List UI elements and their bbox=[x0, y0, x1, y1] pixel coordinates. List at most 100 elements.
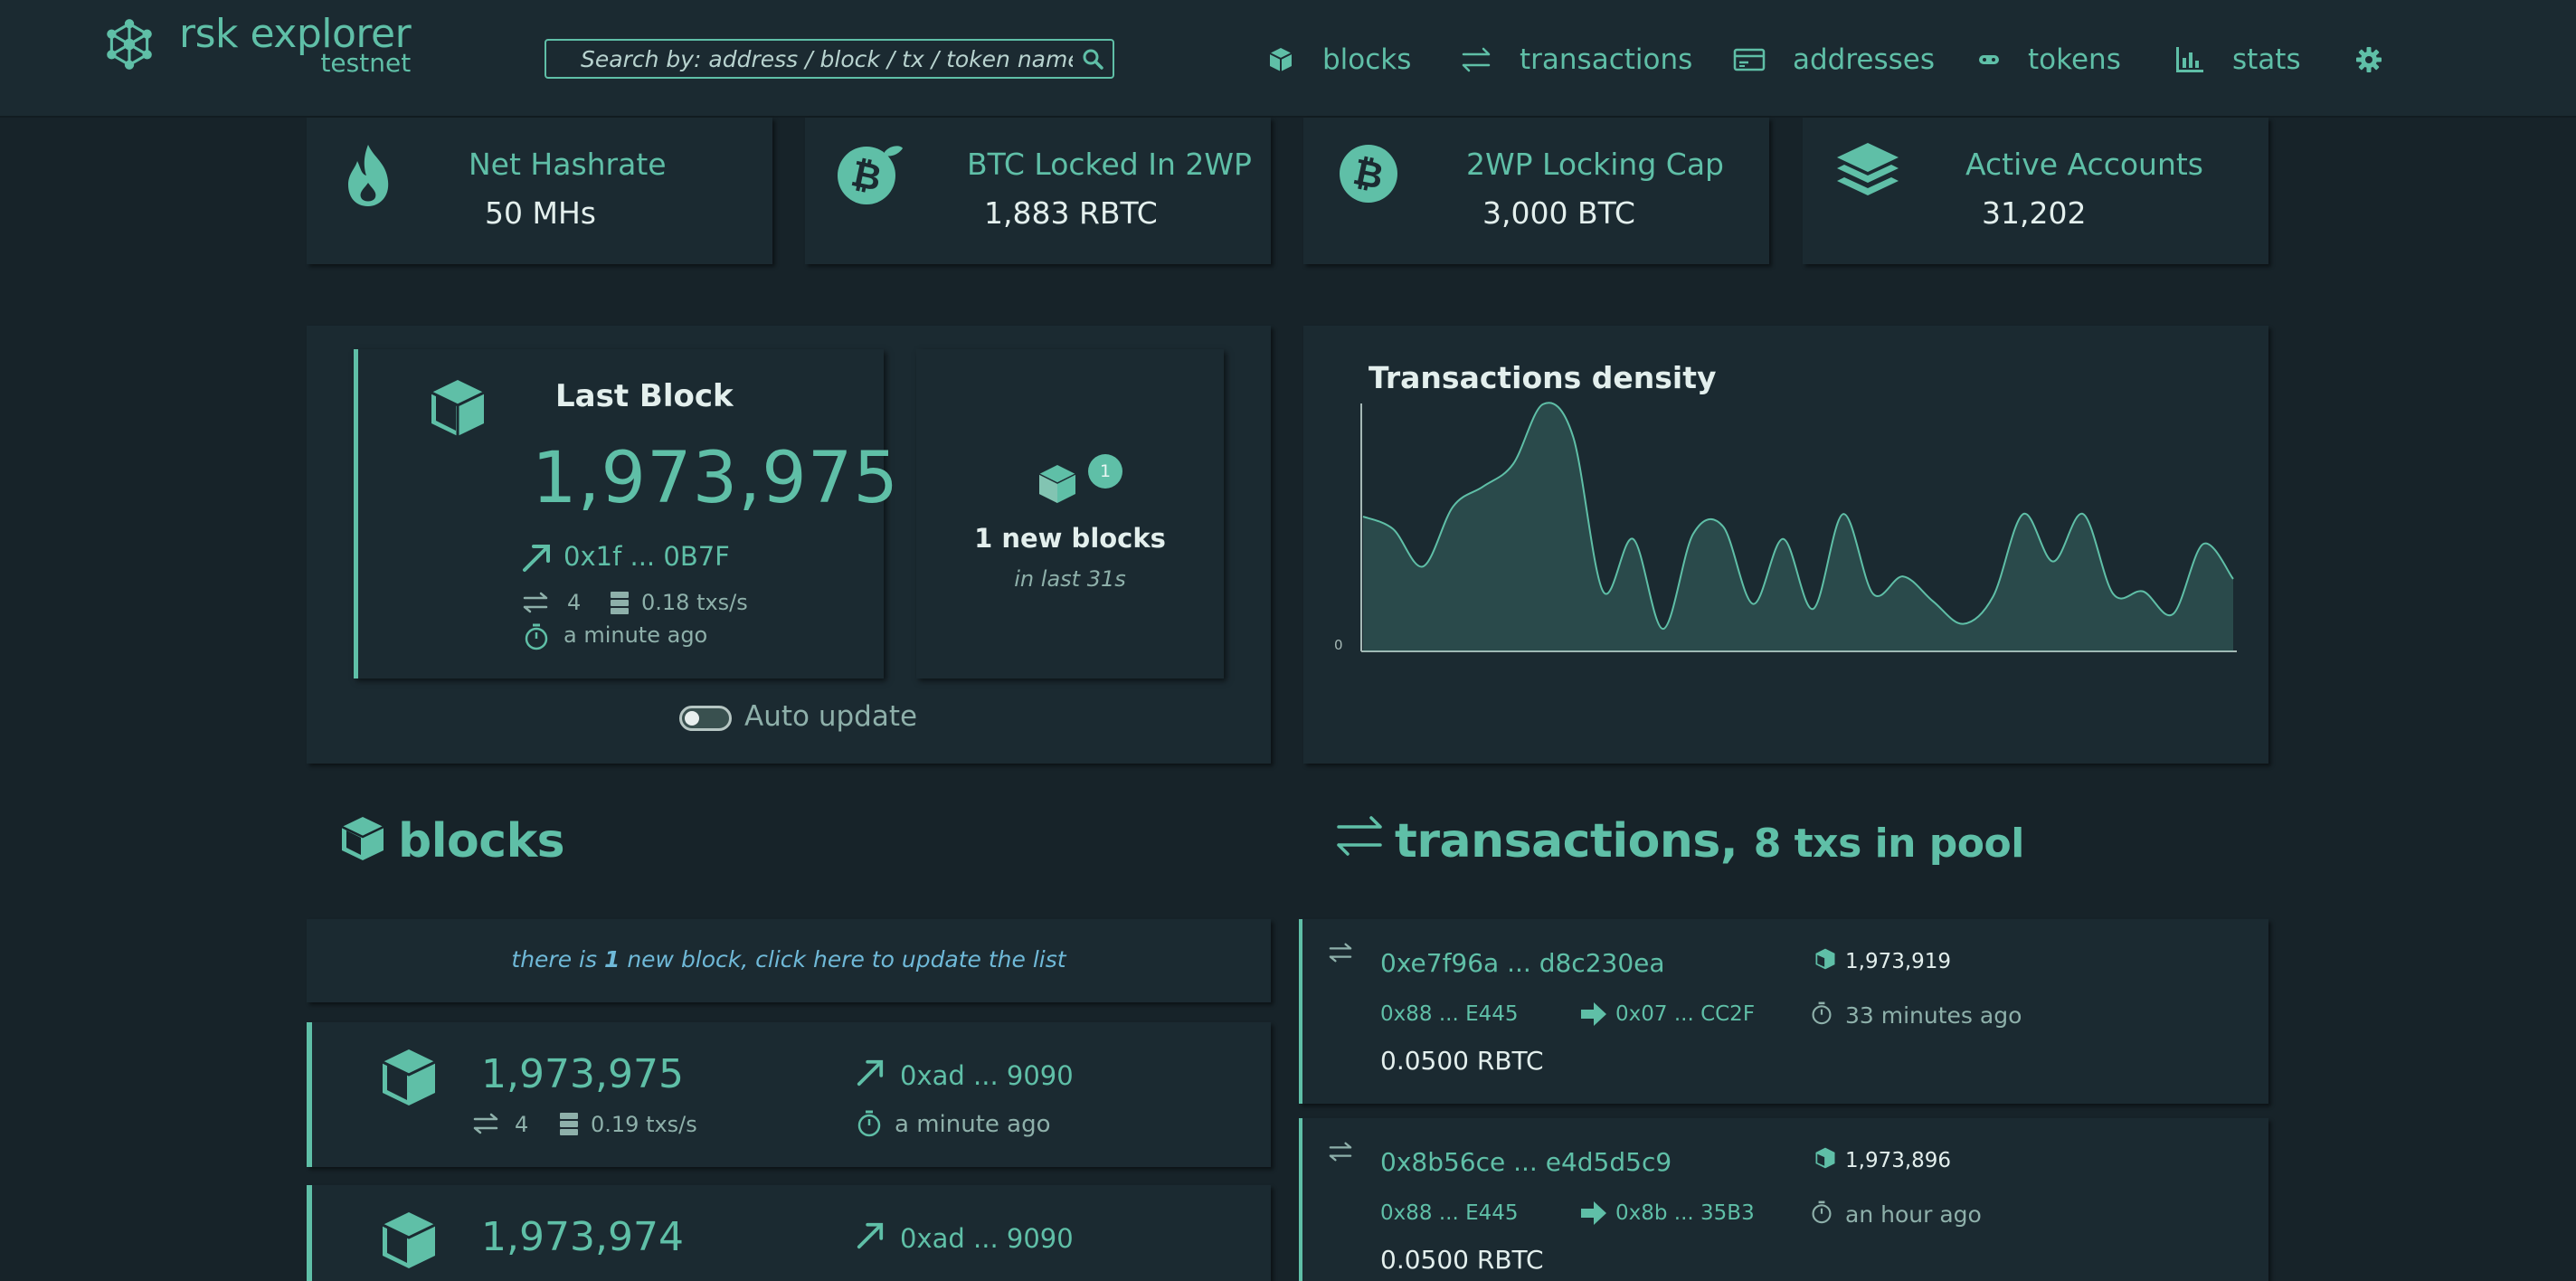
notice-count: 1 bbox=[603, 946, 620, 973]
arrow-right-icon bbox=[1581, 1201, 1606, 1225]
cube-icon bbox=[1815, 948, 1835, 970]
settings-button[interactable] bbox=[2355, 36, 2410, 83]
exchange-icon bbox=[473, 1113, 498, 1134]
tx-row[interactable]: 0x8b56ce ... e4d5d5c9 1,973,896 0x88 ...… bbox=[1299, 1118, 2268, 1281]
block-number[interactable]: 1,973,974 bbox=[481, 1214, 684, 1260]
tx-value: 0.0500 RBTC bbox=[1380, 1245, 1544, 1275]
bitcoin-icon: ₿ bbox=[1340, 145, 1397, 203]
stat-title: 2WP Locking Cap bbox=[1466, 147, 1724, 182]
last-block-rate: 0.18 txs/s bbox=[641, 590, 748, 615]
nav-blocks-label: blocks bbox=[1322, 43, 1412, 76]
last-block-panel: Last Block 1,973,975 0x1f ... 0B7F 4 0.1… bbox=[307, 326, 1271, 764]
accent-bar bbox=[1299, 1118, 1302, 1281]
stat-value: 1,883 RBTC bbox=[984, 195, 1158, 231]
block-row[interactable]: 1,973,974 0xad ... 9090 bbox=[307, 1185, 1271, 1281]
gear-icon bbox=[2356, 47, 2382, 72]
cube-icon bbox=[1038, 465, 1076, 503]
top-navbar: rsk explorer testnet blocks bbox=[0, 0, 2576, 118]
token-icon bbox=[1979, 55, 1999, 64]
exchange-icon bbox=[1329, 1142, 1352, 1162]
nav-tokens[interactable]: tokens bbox=[1977, 36, 2121, 83]
accent-bar bbox=[307, 1185, 312, 1281]
tx-block[interactable]: 1,973,919 bbox=[1845, 950, 1951, 973]
block-miner[interactable]: 0xad ... 9090 bbox=[900, 1060, 1074, 1091]
accent-bar bbox=[354, 349, 358, 678]
pickaxe-icon bbox=[857, 1059, 884, 1086]
density-y-tick: 0 bbox=[1334, 637, 1343, 653]
layers-icon bbox=[1837, 143, 1899, 195]
last-block-txs: 4 bbox=[567, 590, 582, 615]
block-rate: 0.19 txs/s bbox=[591, 1112, 697, 1137]
nav-stats-label: stats bbox=[2232, 43, 2301, 76]
nav-addresses[interactable]: addresses bbox=[1733, 36, 1935, 83]
auto-update-label: Auto update bbox=[744, 700, 918, 733]
tx-hash[interactable]: 0x8b56ce ... e4d5d5c9 bbox=[1380, 1147, 1672, 1177]
tx-from[interactable]: 0x88 ... E445 bbox=[1380, 1002, 1519, 1026]
stat-value: 3,000 BTC bbox=[1482, 195, 1635, 231]
new-block-notice[interactable]: there is 1 new block, click here to upda… bbox=[307, 919, 1271, 1002]
stat-title: Net Hashrate bbox=[469, 147, 667, 182]
new-blocks-badge: 1 bbox=[1088, 454, 1122, 489]
stat-title: Active Accounts bbox=[1965, 147, 2204, 182]
tx-time: 33 minutes ago bbox=[1845, 1002, 2022, 1029]
new-blocks-sub: in last 31s bbox=[1014, 566, 1126, 592]
exchange-icon bbox=[523, 592, 548, 613]
stopwatch-icon bbox=[1812, 1200, 1832, 1224]
cube-icon bbox=[341, 817, 384, 860]
arrow-right-icon bbox=[1581, 1002, 1606, 1026]
tx-hash[interactable]: 0xe7f96a ... d8c230ea bbox=[1380, 948, 1665, 978]
exchange-icon bbox=[1337, 816, 1382, 856]
bar-chart-icon bbox=[2176, 47, 2203, 72]
accent-bar bbox=[307, 1022, 312, 1167]
server-icon bbox=[560, 1113, 578, 1135]
tx-time: an hour ago bbox=[1845, 1201, 1982, 1228]
blocks-section-title: blocks bbox=[398, 814, 565, 868]
stat-card-locking-cap: ₿ 2WP Locking Cap 3,000 BTC bbox=[1303, 118, 1769, 264]
density-panel: Transactions density 0 bbox=[1303, 326, 2268, 764]
accent-bar bbox=[1299, 919, 1302, 1104]
tx-value: 0.0500 RBTC bbox=[1380, 1046, 1544, 1076]
last-block-number[interactable]: 1,973,975 bbox=[532, 438, 899, 519]
new-blocks-card[interactable]: 1 1 new blocks in last 31s bbox=[916, 349, 1224, 678]
last-block-card[interactable]: Last Block 1,973,975 0x1f ... 0B7F 4 0.1… bbox=[354, 349, 898, 678]
stopwatch-icon bbox=[525, 623, 548, 650]
server-icon bbox=[611, 592, 629, 614]
tx-row[interactable]: 0xe7f96a ... d8c230ea 1,973,919 0x88 ...… bbox=[1299, 919, 2268, 1104]
stat-value: 31,202 bbox=[1982, 195, 2087, 231]
notice-pre: there is bbox=[511, 946, 604, 973]
main-nav: blocks transactions addresses tokens sta… bbox=[0, 36, 2576, 83]
nav-tokens-label: tokens bbox=[2028, 43, 2121, 76]
stat-card-hashrate: Net Hashrate 50 MHs bbox=[307, 118, 772, 264]
stat-card-active-accounts: Active Accounts 31,202 bbox=[1803, 118, 2268, 264]
cube-icon bbox=[1269, 48, 1293, 71]
auto-update-toggle[interactable] bbox=[679, 706, 732, 731]
density-area bbox=[1363, 403, 2233, 651]
block-miner[interactable]: 0xad ... 9090 bbox=[900, 1223, 1074, 1254]
stat-title: BTC Locked In 2WP bbox=[967, 147, 1252, 182]
cube-icon bbox=[431, 380, 485, 436]
block-time: a minute ago bbox=[895, 1111, 1051, 1138]
block-txs: 4 bbox=[515, 1112, 529, 1137]
stat-value: 50 MHs bbox=[485, 195, 596, 231]
last-block-time: a minute ago bbox=[564, 622, 708, 648]
block-row[interactable]: 1,973,975 4 0.19 txs/s 0xad ... 9090 a m… bbox=[307, 1022, 1271, 1167]
cube-icon bbox=[382, 1049, 436, 1105]
new-blocks-label: 1 new blocks bbox=[974, 523, 1166, 554]
tx-to[interactable]: 0x07 ... CC2F bbox=[1615, 1002, 1755, 1026]
nav-transactions[interactable]: transactions bbox=[1460, 36, 1692, 83]
cube-icon bbox=[1815, 1147, 1835, 1169]
tx-from[interactable]: 0x88 ... E445 bbox=[1380, 1201, 1519, 1225]
nav-addresses-label: addresses bbox=[1793, 43, 1936, 76]
tx-to[interactable]: 0x8b ... 35B3 bbox=[1615, 1201, 1755, 1225]
card-icon bbox=[1733, 48, 1766, 71]
exchange-icon bbox=[1329, 943, 1352, 963]
nav-blocks[interactable]: blocks bbox=[1266, 36, 1411, 83]
exchange-icon bbox=[1462, 47, 1491, 72]
nav-stats[interactable]: stats bbox=[2174, 36, 2301, 83]
stopwatch-icon bbox=[1812, 1001, 1832, 1025]
pickaxe-icon bbox=[857, 1222, 884, 1249]
tx-block[interactable]: 1,973,896 bbox=[1845, 1149, 1951, 1172]
last-block-miner[interactable]: 0x1f ... 0B7F bbox=[564, 541, 730, 572]
cube-icon bbox=[382, 1212, 436, 1268]
block-number[interactable]: 1,973,975 bbox=[481, 1051, 684, 1097]
